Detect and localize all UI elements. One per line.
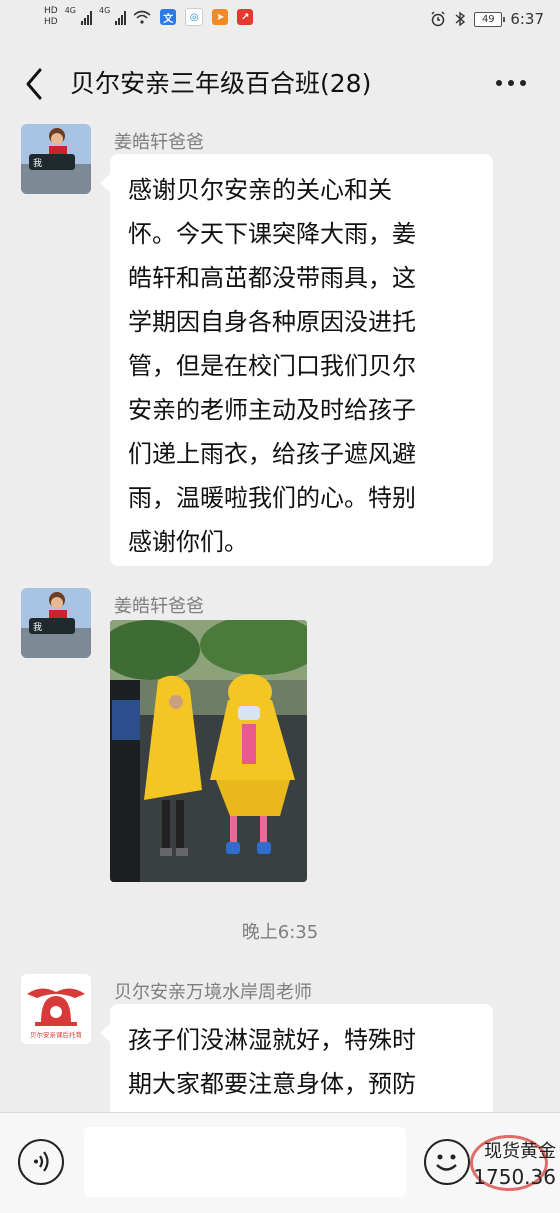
translate-app-icon: 文	[160, 9, 177, 25]
battery-icon: 49	[474, 11, 506, 27]
chevron-left-icon[interactable]	[22, 66, 48, 102]
message-line: 学期因自身各种原因没进托	[128, 308, 416, 336]
voice-icon[interactable]	[18, 1139, 64, 1185]
avatar-logo-text: 贝尔安亲课后托育	[30, 1030, 83, 1039]
avatar[interactable]: 贝尔安亲课后托育	[21, 974, 91, 1044]
message-bubble[interactable]: 感谢贝尔安亲的关心和关 怀。今天下课突降大雨，姜 皓轩和高茁都没带雨具，这 学期…	[100, 154, 493, 566]
gold-price-widget[interactable]: 现货黄金 1750.36	[464, 1133, 560, 1193]
avatar[interactable]: 我	[21, 588, 91, 658]
network-type: 4G	[64, 6, 76, 15]
signal-icon	[81, 9, 92, 25]
message-line: 怀。今天下课突降大雨，姜	[128, 220, 416, 248]
svg-text:我: 我	[33, 158, 42, 169]
message-line: 雨，温暖啦我们的心。特别	[128, 484, 416, 512]
message-line: 安亲的老师主动及时给孩子	[128, 396, 416, 424]
ad-value: 1750.36	[473, 1165, 556, 1189]
wifi-icon	[133, 10, 151, 24]
message-bubble[interactable]: 孩子们没淋湿就好，特殊时 期大家都要注意身体，预防	[100, 1004, 493, 1112]
message-line: 们递上雨衣，给孩子遮风避	[128, 440, 416, 468]
avatar[interactable]: 我	[21, 124, 91, 194]
bluetooth-icon	[455, 11, 466, 27]
message-line: 感谢你们。	[128, 528, 248, 556]
input-bar: 现货黄金 1750.36	[0, 1112, 560, 1213]
chat-header: 贝尔安亲三年级百合班(28)	[0, 44, 560, 124]
signal-icon	[115, 9, 127, 25]
news-app-icon: ↗	[237, 9, 254, 25]
photo-message[interactable]	[110, 620, 307, 882]
message-line: 皓轩和高茁都没带雨具，这	[128, 264, 416, 292]
more-dots-icon[interactable]	[496, 80, 526, 86]
browser-app-icon: ◎	[185, 8, 204, 26]
alarm-icon	[431, 11, 445, 27]
message-line: 孩子们没淋湿就好，特殊时	[128, 1026, 416, 1054]
ad-label: 现货黄金	[484, 1141, 556, 1162]
message-input[interactable]	[84, 1127, 406, 1197]
message-line: 期大家都要注意身体，预防	[128, 1070, 416, 1098]
clock: 6:37	[510, 10, 544, 28]
message-line: 管，但是在校门口我们贝尔	[128, 352, 416, 380]
svg-text:我: 我	[33, 622, 42, 633]
sender-name: 姜皓轩爸爸	[114, 596, 204, 617]
message-line: 感谢贝尔安亲的关心和关	[128, 176, 392, 204]
message-list[interactable]: 我 姜皓轩爸爸 感谢贝尔安亲的关心和关 怀。今天下课突降大雨，姜 皓轩和高茁都没…	[0, 124, 560, 1112]
timestamp: 晚上6:35	[241, 922, 319, 943]
sender-name: 姜皓轩爸爸	[114, 132, 204, 153]
send-app-icon: ➤	[212, 9, 229, 25]
chat-title: 贝尔安亲三年级百合班(28)	[70, 69, 372, 98]
hd-indicator: HD	[44, 17, 58, 27]
sender-name: 贝尔安亲万境水岸周老师	[114, 982, 312, 1003]
hd-indicator: HD	[44, 6, 58, 16]
status-bar: HD HD 4G 4G 文 ◎ ➤ ↗ 49 6:37	[0, 0, 560, 44]
network-type: 4G	[99, 6, 111, 15]
